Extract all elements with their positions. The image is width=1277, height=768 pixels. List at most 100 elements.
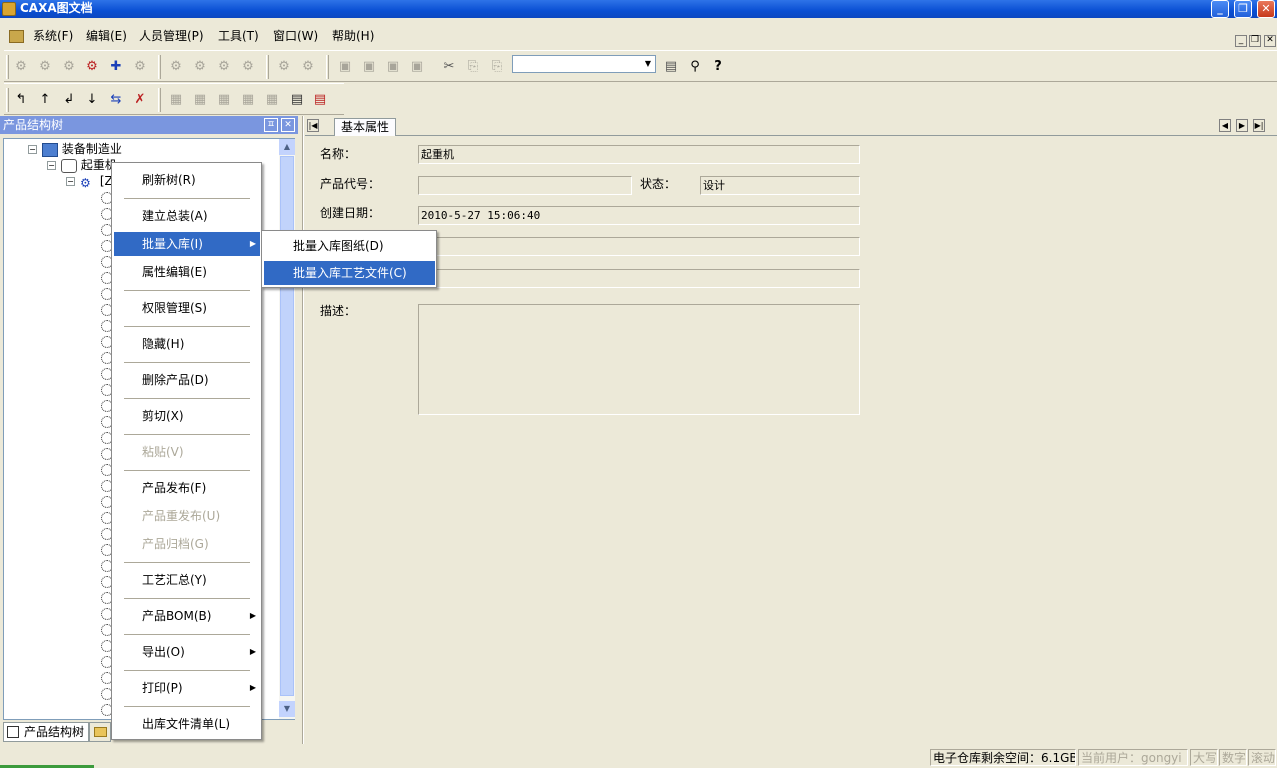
toolbar-grip[interactable] bbox=[158, 55, 161, 79]
page-b-icon[interactable]: ▦ bbox=[192, 92, 208, 108]
collapse-icon[interactable]: − bbox=[47, 161, 56, 170]
unlink-icon[interactable]: ✗ bbox=[132, 92, 148, 108]
context-menu-item[interactable]: 删除产品(D) bbox=[114, 368, 260, 392]
add-part-icon[interactable]: ✚ bbox=[108, 59, 124, 75]
scroll-up-icon[interactable]: ▲ bbox=[279, 139, 295, 155]
tab-next-icon[interactable]: ▶ bbox=[1236, 119, 1248, 132]
cut-icon[interactable]: ✂ bbox=[441, 59, 457, 75]
tool-f-icon[interactable]: ⚙ bbox=[300, 59, 316, 75]
doc-checkout-icon[interactable]: ▣ bbox=[409, 59, 425, 75]
context-menu-item[interactable]: 批量入库(I) ▶ bbox=[114, 232, 260, 256]
context-menu-item[interactable]: 产品BOM(B) ▶ bbox=[114, 604, 260, 628]
tool-b-icon[interactable]: ⚙ bbox=[192, 59, 208, 75]
menu-edit[interactable]: 编辑(E) bbox=[86, 27, 127, 45]
tool-a-icon[interactable]: ⚙ bbox=[168, 59, 184, 75]
collapse-icon[interactable]: − bbox=[28, 145, 37, 154]
panel-close-icon[interactable]: ✕ bbox=[281, 118, 295, 132]
menu-personnel[interactable]: 人员管理(P) bbox=[139, 27, 204, 45]
mdi-minimize-button[interactable]: _ bbox=[1235, 35, 1247, 47]
close-button[interactable]: ✕ bbox=[1257, 0, 1275, 18]
context-menu-item[interactable]: 工艺汇总(Y) bbox=[114, 568, 260, 592]
context-menu-item[interactable]: 出库文件清单(L) bbox=[114, 712, 260, 736]
submenu-arrow-icon: ▶ bbox=[249, 239, 256, 248]
pin-icon[interactable]: ㅍ bbox=[264, 118, 278, 132]
move-right-icon[interactable]: ↲ bbox=[61, 92, 77, 108]
list-icon[interactable]: ▤ bbox=[289, 92, 305, 108]
list-delete-icon[interactable]: ▤ bbox=[312, 92, 328, 108]
doc-add-icon[interactable]: ▣ bbox=[337, 59, 353, 75]
doc-checkin-icon[interactable]: ▣ bbox=[385, 59, 401, 75]
help-icon[interactable]: ? bbox=[710, 59, 726, 75]
tool-c-icon[interactable]: ⚙ bbox=[216, 59, 232, 75]
splitter[interactable] bbox=[302, 116, 304, 744]
new-product-icon[interactable]: ⚙ bbox=[13, 59, 29, 75]
minimize-button[interactable]: _ bbox=[1211, 0, 1229, 18]
tree-scrollbar[interactable]: ▲ ▼ bbox=[279, 139, 295, 719]
toolbar-grip[interactable] bbox=[6, 88, 9, 112]
tree-node-assembly[interactable]: ⚙ [Z bbox=[80, 173, 113, 190]
tab-last-icon[interactable]: ▶| bbox=[1253, 119, 1265, 132]
extra-field-2[interactable] bbox=[418, 269, 860, 288]
context-menu-item[interactable]: 产品发布(F) bbox=[114, 476, 260, 500]
mdi-restore-button[interactable]: ❐ bbox=[1249, 35, 1261, 47]
tab-basic-properties[interactable]: 基本属性 bbox=[334, 118, 397, 136]
page-d-icon[interactable]: ▦ bbox=[240, 92, 256, 108]
toolbar-grip[interactable] bbox=[6, 55, 9, 79]
tree-node-root[interactable]: 装备制造业 bbox=[42, 141, 122, 157]
menu-tools[interactable]: 工具(T) bbox=[218, 27, 259, 45]
desc-field[interactable] bbox=[418, 304, 860, 415]
copy-icon[interactable]: ⎘ bbox=[465, 59, 481, 75]
move-down-icon[interactable]: ↓ bbox=[84, 92, 100, 108]
menu-system[interactable]: 系统(F) bbox=[33, 27, 73, 45]
page-a-icon[interactable]: ▦ bbox=[168, 92, 184, 108]
context-menu-item[interactable]: 剪切(X) bbox=[114, 404, 260, 428]
toolbar-grip[interactable] bbox=[158, 88, 161, 112]
search-combo[interactable]: ▼ bbox=[512, 55, 656, 73]
code-field[interactable] bbox=[418, 176, 632, 195]
context-menu-item[interactable]: 属性编辑(E) bbox=[114, 260, 260, 284]
copy-product-icon[interactable]: ⚙ bbox=[61, 59, 77, 75]
menu-batch-import-process-files[interactable]: 批量入库工艺文件(C) bbox=[264, 261, 435, 285]
tab-first-icon[interactable]: |◀ bbox=[307, 119, 319, 132]
move-left-icon[interactable]: ↰ bbox=[13, 92, 29, 108]
tree-node-product[interactable]: 起重机 bbox=[61, 157, 117, 173]
context-menu-item[interactable]: 隐藏(H) bbox=[114, 332, 260, 356]
menu-batch-import-drawings[interactable]: 批量入库图纸(D) bbox=[264, 234, 435, 258]
context-menu-item[interactable]: 权限管理(S) bbox=[114, 296, 260, 320]
doc-remove-icon[interactable]: ▣ bbox=[361, 59, 377, 75]
extra-field-1[interactable] bbox=[418, 237, 860, 256]
tab-folder[interactable] bbox=[89, 722, 111, 742]
tool-e-icon[interactable]: ⚙ bbox=[276, 59, 292, 75]
menu-window[interactable]: 窗口(W) bbox=[273, 27, 318, 45]
tab-product-tree[interactable]: 产品结构树 bbox=[3, 722, 89, 742]
paste-icon[interactable]: ⎘ bbox=[489, 59, 505, 75]
restore-button[interactable]: ❐ bbox=[1234, 0, 1252, 18]
chevron-down-icon[interactable]: ▼ bbox=[641, 56, 655, 72]
move-up-icon[interactable]: ↑ bbox=[37, 92, 53, 108]
mdi-close-button[interactable]: ✕ bbox=[1264, 35, 1276, 47]
tool-d-icon[interactable]: ⚙ bbox=[240, 59, 256, 75]
find-icon[interactable]: ⚲ bbox=[687, 59, 703, 75]
part-settings-icon[interactable]: ⚙ bbox=[132, 59, 148, 75]
context-menu-item-label: 属性编辑(E) bbox=[142, 265, 207, 279]
state-field[interactable]: 设计 bbox=[700, 176, 860, 195]
menu-help[interactable]: 帮助(H) bbox=[332, 27, 374, 45]
collapse-icon[interactable]: − bbox=[66, 177, 75, 186]
date-field[interactable]: 2010-5-27 15:06:40 bbox=[418, 206, 860, 225]
page-e-icon[interactable]: ▦ bbox=[264, 92, 280, 108]
context-menu-item[interactable]: 导出(O) ▶ bbox=[114, 640, 260, 664]
properties-icon[interactable]: ▤ bbox=[663, 59, 679, 75]
delete-product-icon[interactable]: ⚙ bbox=[84, 59, 100, 75]
scroll-down-icon[interactable]: ▼ bbox=[279, 701, 295, 717]
toolbar-grip[interactable] bbox=[326, 55, 329, 79]
context-menu-item-label: 产品发布(F) bbox=[142, 481, 207, 495]
tab-prev-icon[interactable]: ◀ bbox=[1219, 119, 1231, 132]
context-menu-item[interactable]: 刷新树(R) bbox=[114, 168, 260, 192]
edit-product-icon[interactable]: ⚙ bbox=[37, 59, 53, 75]
page-c-icon[interactable]: ▦ bbox=[216, 92, 232, 108]
toolbar-grip[interactable] bbox=[266, 55, 269, 79]
link-icon[interactable]: ⇆ bbox=[108, 92, 124, 108]
name-field[interactable]: 起重机 bbox=[418, 145, 860, 164]
context-menu-item[interactable]: 打印(P) ▶ bbox=[114, 676, 260, 700]
context-menu-item[interactable]: 建立总装(A) bbox=[114, 204, 260, 228]
